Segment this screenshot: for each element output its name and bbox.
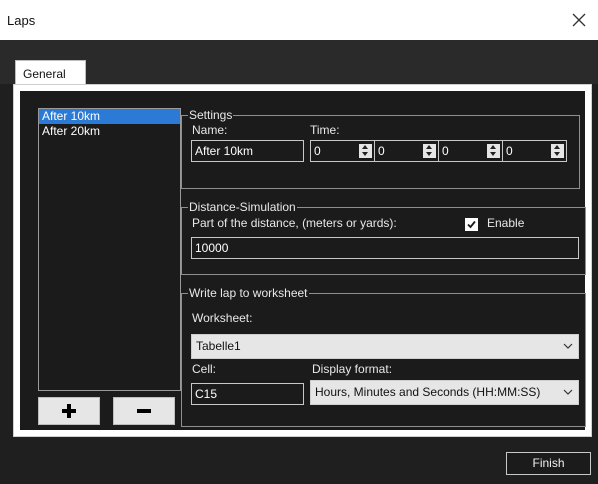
title-bar: Laps [0,0,598,40]
tab-strip [0,40,598,84]
time-spinner-1[interactable]: 0 [310,140,375,162]
minus-icon [137,409,151,413]
write-lap-group: Write lap to worksheet Worksheet: Tabell… [181,286,586,427]
window-title: Laps [7,13,36,28]
distance-field[interactable]: 10000 [191,237,579,259]
chevron-down-icon [560,381,573,404]
time-value-4: 0 [506,144,513,158]
panel-content: After 10km After 20km Settings Name: Tim… [20,91,586,430]
remove-lap-button[interactable] [113,397,175,425]
display-format-dropdown[interactable]: Hours, Minutes and Seconds (HH:MM:SS) [310,380,579,405]
add-lap-button[interactable] [38,397,100,425]
finish-button[interactable]: Finish [506,452,591,475]
time-spinner-3[interactable]: 0 [438,140,503,162]
time-value-3: 0 [442,144,449,158]
lap-list[interactable]: After 10km After 20km [38,108,181,391]
name-field[interactable]: After 10km [191,140,304,162]
cell-field[interactable]: C15 [191,383,304,405]
worksheet-legend: Write lap to worksheet [188,286,309,300]
settings-legend: Settings [188,108,234,122]
lap-list-item[interactable]: After 20km [39,124,180,139]
tab-general[interactable]: General [15,60,86,85]
settings-group: Settings Name: Time: After 10km 0 0 0 0 [181,108,580,189]
display-format-label: Display format: [312,362,393,376]
worksheet-dropdown[interactable]: Tabelle1 [191,334,579,359]
chevron-down-icon [563,335,573,358]
checkmark-icon [467,220,476,229]
up-down-arrows-icon[interactable] [359,144,372,158]
time-value-1: 0 [314,144,321,158]
cell-label: Cell: [192,362,217,376]
enable-label: Enable [487,216,525,230]
time-label: Time: [310,123,340,137]
distance-simulation-group: Distance-Simulation Part of the distance… [181,200,586,275]
time-spinner-2[interactable]: 0 [374,140,439,162]
time-value-2: 0 [378,144,385,158]
up-down-arrows-icon[interactable] [423,144,436,158]
display-format-value: Hours, Minutes and Seconds (HH:MM:SS) [315,385,541,399]
name-label: Name: [192,123,228,137]
close-icon [572,13,586,27]
worksheet-value: Tabelle1 [196,339,241,353]
up-down-arrows-icon[interactable] [551,144,564,158]
worksheet-label: Worksheet: [192,311,253,325]
lap-list-item[interactable]: After 10km [39,109,180,124]
time-spinner-4[interactable]: 0 [502,140,567,162]
enable-checkbox[interactable] [465,218,478,231]
part-of-distance-label: Part of the distance, (meters or yards): [192,216,397,230]
close-button[interactable] [566,6,592,34]
up-down-arrows-icon[interactable] [487,144,500,158]
distance-legend: Distance-Simulation [188,200,297,214]
tab-general-label: General [23,67,66,81]
plus-icon [62,404,76,418]
tab-panel: After 10km After 20km Settings Name: Tim… [13,84,592,437]
